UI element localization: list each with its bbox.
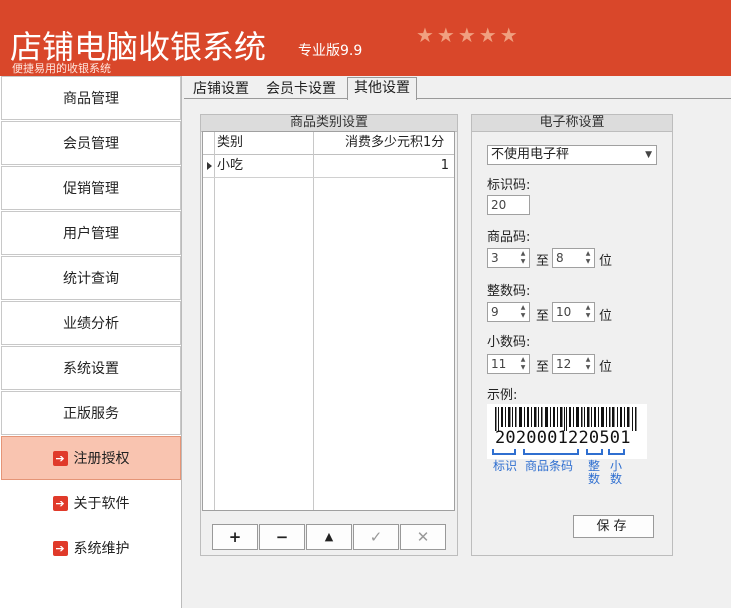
sidebar-item-label: 关于软件 — [73, 496, 130, 512]
sidebar-item-system-settings[interactable]: 系统设置 — [1, 346, 181, 390]
tab-member-card-settings[interactable]: 会员卡设置 — [260, 79, 342, 99]
column-header-points[interactable]: 消费多少元积1分 — [345, 132, 444, 154]
to-label: 至 — [536, 309, 550, 324]
grid-header: 类别 消费多少元积1分 — [203, 132, 454, 155]
sidebar-item-promotions[interactable]: 促销管理 — [1, 166, 181, 210]
sidebar-item-label: 统计查询 — [63, 271, 119, 287]
sidebar-item-statistics[interactable]: 统计查询 — [1, 256, 181, 300]
save-button[interactable]: 保存 — [573, 515, 654, 538]
example-label: 示例: — [487, 388, 518, 403]
stepper-arrows-icon[interactable]: ▲ ▼ — [584, 356, 592, 372]
decimal-code-label: 小数码: — [487, 335, 531, 350]
legend-product: 商品条码 — [525, 459, 574, 473]
sidebar-item-genuine-service[interactable]: 正版服务 — [1, 391, 181, 435]
confirm-button[interactable]: ✓ — [353, 524, 399, 550]
stepper-arrows-icon[interactable]: ▲ ▼ — [584, 304, 592, 320]
sidebar-item-label: 业绩分析 — [63, 316, 119, 332]
column-separator — [313, 132, 314, 510]
stepper-value: 12 — [556, 357, 572, 371]
sidebar-item-label: 系统维护 — [73, 541, 130, 557]
integer-bracket — [586, 449, 603, 455]
sidebar-item-members[interactable]: 会员管理 — [1, 121, 181, 165]
integer-code-to-stepper[interactable]: 10 ▲ ▼ — [552, 302, 595, 322]
table-row[interactable]: 小吃 1 — [203, 155, 454, 178]
column-separator — [214, 132, 215, 510]
to-label: 至 — [536, 360, 550, 375]
cell-points[interactable]: 1 — [441, 155, 449, 177]
sidebar-item-performance[interactable]: 业绩分析 — [1, 301, 181, 345]
app-header: 店铺电脑收银系统 专业版9.9 ★★★★★ 便捷易用的收银系统 — [0, 0, 731, 76]
cancel-button[interactable]: ✕ — [400, 524, 446, 550]
integer-code-label: 整数码: — [487, 284, 531, 299]
integer-code-from-stepper[interactable]: 9 ▲ ▼ — [487, 302, 530, 322]
stepper-arrows-icon[interactable]: ▲ ▼ — [584, 250, 592, 266]
sidebar-item-maintenance[interactable]: ➔ 系统维护 — [1, 526, 181, 570]
unit-label: 位 — [599, 309, 613, 324]
scale-settings-title: 电子称设置 — [472, 115, 672, 132]
product-code-to-stepper[interactable]: 8 ▲ ▼ — [552, 248, 595, 268]
sidebar-item-label: 注册授权 — [73, 451, 130, 467]
sidebar-item-goods[interactable]: 商品管理 — [1, 76, 181, 120]
scale-mode-value: 不使用电子秤 — [491, 147, 570, 162]
edition-label: 专业版9.9 — [298, 43, 363, 59]
sidebar-item-label: 系统设置 — [63, 361, 119, 377]
stepper-value: 8 — [556, 251, 564, 265]
decimal-code-to-stepper[interactable]: 12 ▲ ▼ — [552, 354, 595, 374]
unit-label: 位 — [599, 360, 613, 375]
chevron-down-icon: ▼ — [645, 150, 652, 160]
product-code-label: 商品码: — [487, 230, 531, 245]
tab-store-settings[interactable]: 店铺设置 — [187, 79, 255, 99]
rating-stars-icon: ★★★★★ — [416, 23, 521, 47]
sidebar-item-users[interactable]: 用户管理 — [1, 211, 181, 255]
stepper-value: 11 — [491, 357, 507, 371]
tab-other-settings[interactable]: 其他设置 — [347, 77, 417, 100]
stepper-arrows-icon[interactable]: ▲ ▼ — [519, 250, 527, 266]
sidebar-item-label: 商品管理 — [63, 91, 119, 107]
column-header-category[interactable]: 类别 — [217, 132, 243, 154]
arrow-right-icon: ➔ — [52, 495, 68, 511]
decimal-code-from-stepper[interactable]: 11 ▲ ▼ — [487, 354, 530, 374]
tag-code-input[interactable]: 20 — [487, 195, 530, 215]
sidebar-item-registration[interactable]: ➔ 注册授权 — [1, 436, 181, 480]
legend-tag: 标识 — [493, 459, 518, 473]
legend-decimal: 小数 — [610, 459, 623, 486]
stepper-value: 3 — [491, 251, 499, 265]
add-row-button[interactable]: + — [212, 524, 258, 550]
category-grid[interactable]: 类别 消费多少元积1分 小吃 1 — [202, 131, 455, 511]
stepper-arrows-icon[interactable]: ▲ ▼ — [519, 304, 527, 320]
sidebar-item-label: 会员管理 — [63, 136, 119, 152]
sidebar-item-label: 用户管理 — [63, 226, 119, 242]
move-up-button[interactable]: ▲ — [306, 524, 352, 550]
category-settings-title: 商品类别设置 — [201, 115, 457, 132]
product-code-from-stepper[interactable]: 3 ▲ ▼ — [487, 248, 530, 268]
sidebar-item-label: 正版服务 — [63, 406, 119, 422]
sidebar-item-label: 促销管理 — [63, 181, 119, 197]
app-subtitle: 便捷易用的收银系统 — [12, 62, 111, 75]
cell-category[interactable]: 小吃 — [217, 155, 243, 177]
tag-bracket — [492, 449, 516, 455]
scale-mode-select[interactable]: 不使用电子秤 ▼ — [487, 145, 657, 165]
tag-code-label: 标识码: — [487, 178, 531, 193]
stepper-arrows-icon[interactable]: ▲ ▼ — [519, 356, 527, 372]
legend-integer: 整数 — [588, 459, 601, 486]
unit-label: 位 — [599, 254, 613, 269]
decimal-bracket — [608, 449, 625, 455]
remove-row-button[interactable]: − — [259, 524, 305, 550]
row-pointer-icon — [207, 162, 212, 170]
arrow-right-icon: ➔ — [52, 450, 68, 466]
arrow-right-icon: ➔ — [52, 540, 68, 556]
product-bracket — [523, 449, 579, 455]
stepper-value: 9 — [491, 305, 499, 319]
stepper-value: 10 — [556, 305, 572, 319]
sidebar-item-about[interactable]: ➔ 关于软件 — [1, 481, 181, 525]
barcode-digits: 2020001220501 — [495, 428, 631, 448]
sidebar: 商品管理 会员管理 促销管理 用户管理 统计查询 业绩分析 系统设置 正版服务 … — [0, 76, 182, 608]
to-label: 至 — [536, 254, 550, 269]
